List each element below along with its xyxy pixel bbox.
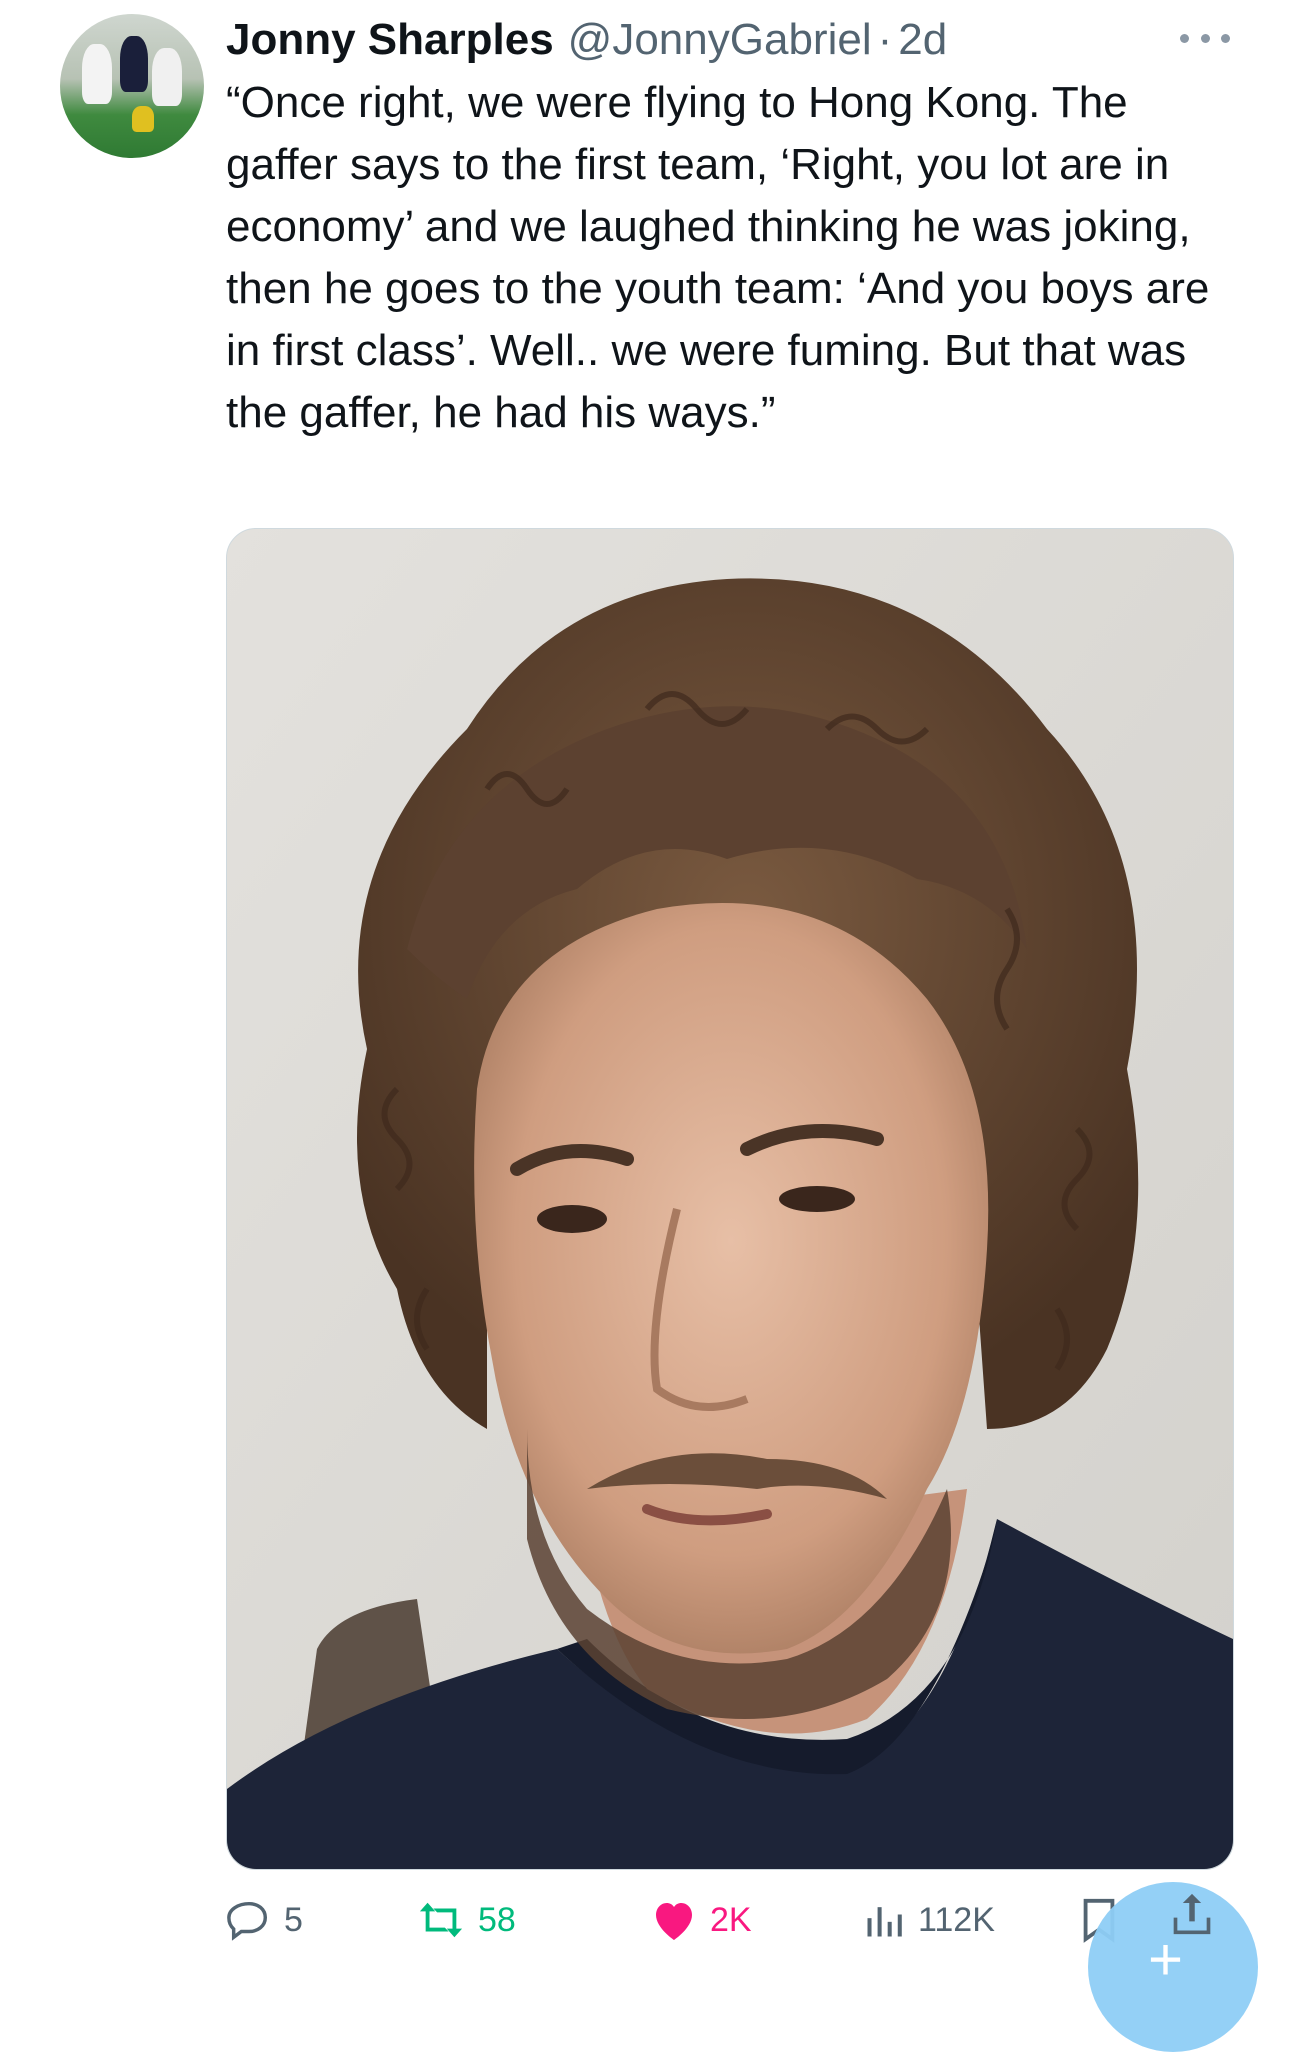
more-dots-icon[interactable] (1180, 18, 1230, 58)
views-button[interactable]: 112K (862, 1880, 995, 1960)
more-dot (1221, 33, 1230, 43)
bar-chart-icon (867, 1907, 902, 1937)
tweet[interactable]: Jonny Sharples @JonnyGabriel · 2d “Once … (0, 0, 1290, 2052)
author-avatar[interactable] (60, 14, 204, 158)
tweet-header: Jonny Sharples @JonnyGabriel · 2d (226, 8, 947, 72)
more-dot (1200, 33, 1210, 43)
header-separator: · (877, 15, 893, 64)
tweet-media-photo[interactable] (226, 528, 1234, 1870)
share-button[interactable] (1170, 1890, 1214, 1943)
retweet-count: 58 (478, 1900, 516, 1939)
view-count: 112K (918, 1900, 995, 1939)
share-upload-icon (1173, 1893, 1211, 1935)
like-count: 2K (710, 1900, 752, 1939)
reply-button[interactable]: 5 (226, 1880, 303, 1960)
author-handle[interactable]: @JonnyGabriel (568, 8, 872, 72)
tweet-action-bar: 5 58 2K 112K (226, 1880, 1236, 1960)
tweet-timestamp[interactable]: 2d (898, 8, 947, 72)
photo-portrait-man-curly-hair (227, 529, 1233, 1869)
tweet-text: “Once right, we were flying to Hong Kong… (226, 78, 1222, 437)
heart-filled-icon (656, 1903, 692, 1940)
like-button[interactable]: 2K (650, 1880, 752, 1960)
author-display-name[interactable]: Jonny Sharples (226, 8, 554, 72)
reply-bubble-icon (227, 1901, 268, 1941)
retweet-arrows-icon (419, 1902, 463, 1938)
retweet-button[interactable]: 58 (416, 1880, 516, 1960)
more-dot (1180, 33, 1189, 43)
reply-count: 5 (284, 1900, 303, 1939)
